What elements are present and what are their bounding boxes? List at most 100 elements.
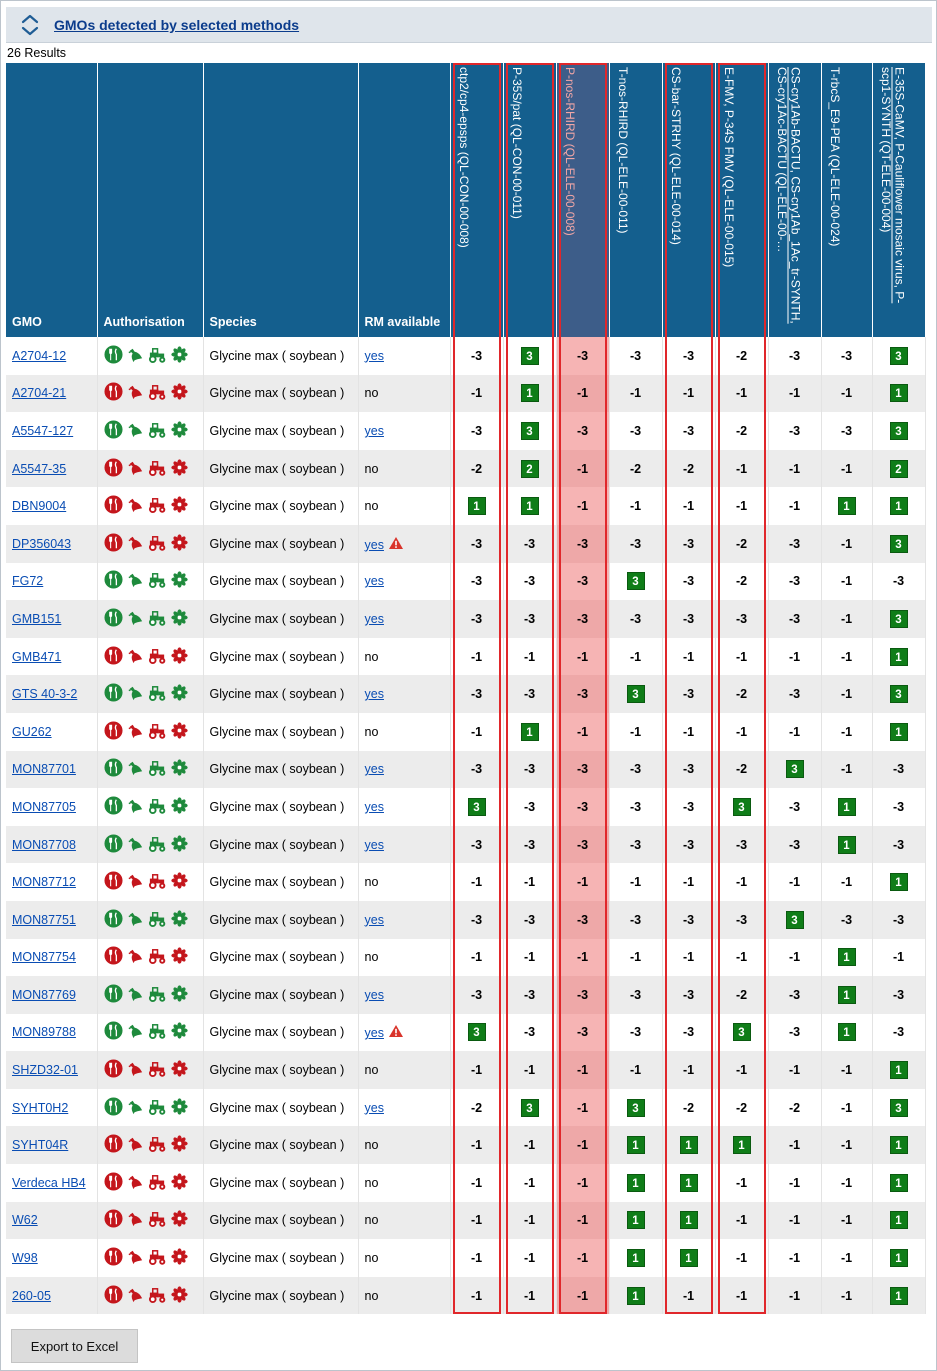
- method-result-cell: -3: [768, 788, 822, 826]
- authorisation-cell: [97, 938, 204, 977]
- gmo-link[interactable]: GMB471: [12, 650, 61, 664]
- feed-icon: [126, 382, 145, 401]
- result-value: -1: [840, 574, 853, 589]
- authorisation-cell: [97, 524, 204, 563]
- cultivation-icon: [148, 420, 167, 439]
- gmo-link[interactable]: DP356043: [12, 537, 71, 551]
- result-value: -1: [523, 649, 536, 664]
- method-header-link[interactable]: T-rbcS_E9-PEA (QL-ELE-00-024): [828, 67, 841, 246]
- positive-badge: 2: [889, 459, 908, 478]
- method-result-cell: -3: [450, 600, 504, 638]
- gmo-link[interactable]: 260-05: [12, 1289, 51, 1303]
- rm-available-value[interactable]: yes: [365, 762, 384, 776]
- flower-icon: [170, 871, 189, 890]
- flower-icon: [170, 646, 189, 665]
- gmo-link[interactable]: MON87705: [12, 800, 76, 814]
- gmo-link[interactable]: A2704-21: [12, 386, 66, 400]
- gmo-link[interactable]: MON87701: [12, 762, 76, 776]
- rm-available-value[interactable]: yes: [365, 349, 384, 363]
- rm-available-value[interactable]: yes: [365, 1026, 384, 1040]
- method-header-link[interactable]: CS-cry1Ab-BACTU, CS-cry1Ab_1Ac_tr-SYNTH,…: [775, 67, 802, 329]
- method-result-cell: -1: [450, 637, 504, 676]
- method-header-link[interactable]: E-FMV, P-34S FMV (QL-ELE-00-015): [722, 67, 735, 267]
- method-result-cell: -1: [556, 712, 610, 751]
- gmo-link[interactable]: SYHT0H2: [12, 1101, 68, 1115]
- gmo-link[interactable]: GMB151: [12, 612, 61, 626]
- rm-available-value[interactable]: yes: [365, 1101, 384, 1115]
- gmo-link[interactable]: MON89788: [12, 1025, 76, 1039]
- positive-badge: 1: [626, 1249, 645, 1268]
- gmo-link[interactable]: MON87769: [12, 988, 76, 1002]
- gmo-link[interactable]: MON87712: [12, 875, 76, 889]
- gmo-link[interactable]: MON87754: [12, 950, 76, 964]
- result-value: -1: [470, 386, 483, 401]
- gmo-link[interactable]: SHZD32-01: [12, 1063, 78, 1077]
- method-header-link[interactable]: E-35S-CaMV, P-Cauliflower mosaic virus, …: [879, 67, 906, 329]
- species-text: Glycine max ( soybean ): [209, 1175, 345, 1190]
- table-row: MON87769 Glycine max ( soybean ) yes -3 -3 -3…: [6, 976, 926, 1014]
- method-result-cell: -3: [556, 337, 610, 375]
- rm-available-value[interactable]: yes: [365, 574, 384, 588]
- method-header-link[interactable]: P-35S/pat (QL-CON-00-011): [510, 67, 523, 219]
- column-header-gmo: GMO: [6, 63, 98, 337]
- result-value: -3: [576, 762, 589, 777]
- result-value: -3: [682, 536, 695, 551]
- cultivation-icon: [148, 871, 167, 890]
- gmo-link[interactable]: MON87751: [12, 913, 76, 927]
- result-value: -1: [840, 461, 853, 476]
- result-value: -1: [735, 386, 748, 401]
- gmo-link[interactable]: GTS 40-3-2: [12, 687, 77, 701]
- gmo-cell: MON87751: [6, 900, 98, 939]
- rm-available-value[interactable]: yes: [365, 687, 384, 701]
- feed-icon: [126, 984, 145, 1003]
- gmo-link[interactable]: W62: [12, 1213, 38, 1227]
- method-result-cell: -1: [503, 1239, 557, 1277]
- result-value: -1: [470, 1138, 483, 1153]
- gmo-link[interactable]: Verdeca HB4: [12, 1176, 86, 1190]
- gmo-cell: W62: [6, 1201, 98, 1240]
- method-header-link[interactable]: CS-bar-STRHY (QL-ELE-00-014): [669, 67, 682, 245]
- method-result-cell: -1: [609, 1051, 663, 1089]
- positive-badge: 3: [520, 421, 539, 440]
- gmo-link[interactable]: FG72: [12, 574, 43, 588]
- method-result-cell: -2: [715, 675, 769, 713]
- rm-available-value[interactable]: yes: [365, 838, 384, 852]
- gmo-link[interactable]: A5547-127: [12, 424, 73, 438]
- method-header-link[interactable]: ctp2/cp4-epsps (QL-CON-00-008): [457, 67, 470, 248]
- gmo-link[interactable]: DBN9004: [12, 499, 66, 513]
- gmo-link[interactable]: A5547-35: [12, 462, 66, 476]
- method-result-cell: -1: [503, 1164, 557, 1202]
- flower-icon: [170, 420, 189, 439]
- section-header[interactable]: GMOs detected by selected methods: [6, 7, 932, 43]
- gmo-link[interactable]: GU262: [12, 725, 52, 739]
- gmo-link[interactable]: MON87708: [12, 838, 76, 852]
- rm-available-value[interactable]: yes: [365, 800, 384, 814]
- rm-available-value[interactable]: yes: [365, 612, 384, 626]
- method-result-cell: -1: [821, 637, 873, 676]
- section-title[interactable]: GMOs detected by selected methods: [54, 17, 299, 33]
- result-value: -3: [470, 423, 483, 438]
- positive-badge: 3: [785, 910, 804, 929]
- collapse-toggle-icon[interactable]: [18, 12, 42, 38]
- gmo-link[interactable]: W98: [12, 1251, 38, 1265]
- rm-available-value[interactable]: yes: [365, 424, 384, 438]
- species-text: Glycine max ( soybean ): [209, 950, 345, 965]
- table-row: W62 Glycine max ( soybean ) no -1 -1 -1 1 1 -1 -1…: [6, 1201, 926, 1240]
- rm-cell: no: [358, 1164, 451, 1202]
- rm-available-value[interactable]: yes: [365, 538, 384, 552]
- result-value: -3: [576, 687, 589, 702]
- method-header-link[interactable]: T-nos-RHIRD (QL-ELE-00-011): [616, 67, 629, 234]
- species-text: Glycine max ( soybean ): [209, 1251, 345, 1266]
- export-to-excel-button[interactable]: Export to Excel: [11, 1329, 138, 1363]
- method-result-cell: -1: [662, 487, 716, 525]
- method-result-cell: -1: [556, 374, 610, 413]
- rm-available-value[interactable]: yes: [365, 988, 384, 1002]
- method-result-cell: -3: [556, 600, 610, 638]
- rm-available-value[interactable]: yes: [365, 913, 384, 927]
- method-result-cell: 2: [872, 449, 926, 488]
- positive-badge: 3: [785, 760, 804, 779]
- method-header-link[interactable]: P-nos-RHIRD (QL-ELE-00-008): [563, 67, 576, 236]
- result-value: -2: [735, 762, 748, 777]
- gmo-link[interactable]: A2704-12: [12, 349, 66, 363]
- gmo-link[interactable]: SYHT04R: [12, 1138, 68, 1152]
